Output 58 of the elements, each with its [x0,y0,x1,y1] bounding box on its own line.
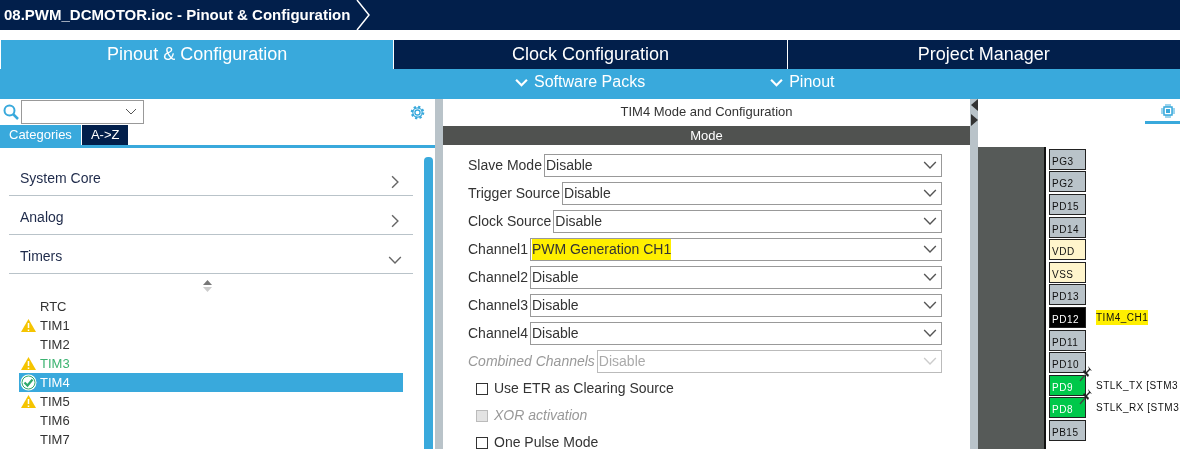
chevron-icon [125,108,137,116]
dropdown[interactable]: Disable [529,265,942,289]
chip-icon[interactable] [1161,104,1175,118]
list-item[interactable]: TIM2 [19,335,403,354]
field-label: Channel2 [468,267,528,287]
pin[interactable]: PD13 [1049,284,1086,306]
splitter[interactable] [970,99,978,449]
pin[interactable]: PD15 [1049,194,1086,215]
sort-icon[interactable] [203,279,212,292]
list-item[interactable]: TIM7 [19,430,403,449]
dropdown[interactable]: PWM Generation CH1 [529,237,942,261]
field-label: Combined Channels [468,351,595,371]
pin[interactable]: PB15 [1049,419,1086,441]
tab[interactable]: Project Manager [786,40,1180,69]
dropdown[interactable]: Disable [562,181,942,205]
field-label: Channel1 [468,239,528,259]
settings-icon[interactable] [409,103,426,121]
checkbox[interactable] [476,382,488,395]
category-header[interactable]: Analog [9,196,413,235]
dropdown[interactable]: Disable [529,321,942,345]
dropdown[interactable]: Disable [543,153,942,177]
pin[interactable]: VDD [1049,239,1086,261]
field-label: Trigger Source [468,183,561,203]
pin[interactable]: PD12 [1049,306,1086,328]
pin[interactable]: VSS [1049,261,1086,283]
list-item[interactable]: TIM5 [19,392,403,411]
list-item[interactable]: TIM1 [19,316,403,335]
signal-label: STLK_RX [STM3 [1096,401,1180,416]
checkbox-label: XOR activation [494,406,588,425]
search-icon[interactable] [3,104,19,120]
panel-title: TIM4 Mode and Configuration [619,103,794,121]
tab[interactable]: Clock Configuration [393,40,787,69]
section-header: Mode [443,126,970,145]
signal-label: STLK_TX [STM3 [1096,378,1179,393]
checkbox[interactable] [476,436,488,449]
view-tab[interactable]: A->Z [81,125,129,145]
pin[interactable]: PG3 [1049,148,1086,170]
pin[interactable]: PD14 [1049,216,1086,238]
pin[interactable]: PD10 [1049,352,1086,374]
signal-label: TIM4_CH1 [1096,309,1149,325]
field-label: Clock Source [468,211,552,231]
dropdown[interactable]: Disable [553,209,942,233]
field-label: Channel3 [468,295,528,315]
category-header[interactable]: System Core [9,157,413,196]
category-header[interactable]: Timers [9,235,413,274]
field-label: Channel4 [468,323,528,343]
field-label: Slave Mode [468,155,542,175]
checkbox-label: One Pulse Mode [494,433,599,449]
expand-right-icon[interactable] [970,114,978,126]
collapse-left-icon[interactable] [970,99,978,111]
pin[interactable]: PD11 [1049,329,1086,351]
scrollbar[interactable] [424,157,433,449]
search-field[interactable] [21,100,144,124]
dropdown[interactable]: Disable [529,293,942,317]
list-item[interactable]: TIM6 [19,411,403,430]
list-item[interactable]: RTC [19,297,403,316]
pin[interactable]: PG2 [1049,171,1086,193]
checkbox-label: Use ETR as Clearing Source [494,379,674,398]
